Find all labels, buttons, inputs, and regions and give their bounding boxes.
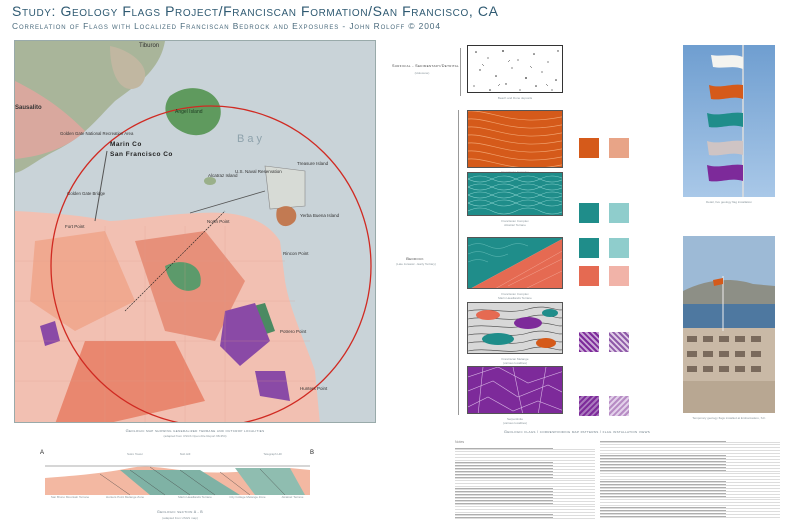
section-label: Telegraph Hill <box>263 452 282 456</box>
section-end-a: A <box>40 450 45 456</box>
pattern-orange-waves <box>467 110 563 168</box>
map-caption-credit: (adapted from USGS Open-File Report 98-3… <box>163 434 227 438</box>
photo-flags-detail <box>683 45 775 197</box>
map-label: U.S. Naval Reservation <box>235 169 282 174</box>
map-label: Rincon Point <box>283 251 309 256</box>
section-label: Alcatraz Terrane <box>281 495 304 499</box>
bedrock-sub: (Late Jurassic - Early Tertiary) <box>396 262 436 266</box>
swatch-teal-light <box>609 203 629 223</box>
swatch-purple <box>579 396 599 416</box>
pattern-caption-sub: (various localities) <box>502 361 527 365</box>
map-label: Tiburon <box>139 43 160 49</box>
pattern-melange <box>467 302 563 354</box>
map-caption: Geologic map showing generalized terrane… <box>125 428 265 433</box>
map-label: San Francisco Co <box>110 151 173 158</box>
notes-text-block-2 <box>600 440 780 520</box>
surficial-caption: Beach and Dune deposits <box>497 96 533 100</box>
swatch-melange-purple <box>579 332 599 352</box>
map-label: Golden Gate National Recreation Area <box>60 131 134 136</box>
notes-heading: Notes <box>455 440 465 444</box>
pattern-caption-sub: Marin Headlands Terrane <box>498 296 532 300</box>
map-label: Marin Co <box>110 141 142 148</box>
map-artwork <box>15 41 375 422</box>
map-label: Angel Island <box>175 109 203 115</box>
pattern-teal-salmon <box>467 237 563 289</box>
map-label: Treasure Island <box>297 161 329 166</box>
section-label: City College Melange Zone <box>229 495 266 499</box>
swatch-orange <box>579 138 599 158</box>
swatch-salmon-light <box>609 266 629 286</box>
surficial-pattern <box>467 45 563 93</box>
section-label: San Bruno Mountain Terrane <box>50 495 90 499</box>
bracket-line <box>460 48 461 96</box>
legend-caption: Geologic flags / corresponding map patte… <box>503 430 651 434</box>
map-label: Yerba Buena Island <box>300 213 340 218</box>
photo-flag-installation <box>683 236 775 413</box>
geologic-cross-section: A B Sutro Tower Nob Hill Telegraph Hill … <box>40 450 320 510</box>
page-subtitle: Correlation of Flags with Localized Fran… <box>12 21 441 31</box>
section-end-b: B <box>310 450 315 456</box>
photo-bottom-caption: Temporary geology flags installed at Emb… <box>692 416 766 420</box>
map-label: Golden Gate Bridge <box>67 191 105 196</box>
section-label: Nob Hill <box>179 452 191 456</box>
swatch-melange-light <box>609 332 629 352</box>
swatch-purple-light <box>609 396 629 416</box>
map-label: Hunters Point <box>300 386 328 391</box>
map-label: Alcatraz Island <box>208 173 238 178</box>
pattern-caption-sub: (various localities) <box>502 421 527 425</box>
swatch-teal <box>579 238 599 258</box>
photo-top-caption: Detail, five geology flag installation <box>705 200 753 204</box>
section-caption-credit: (adapted from USGS map) <box>162 516 198 520</box>
map-label: Bay <box>237 133 265 145</box>
map-label: Sausalito <box>15 105 42 111</box>
map-label: Fort Point <box>65 224 85 229</box>
pattern-caption-sub: Alcatraz Terrane <box>504 223 526 227</box>
swatch-teal-light <box>609 238 629 258</box>
notes-text-block-1 <box>455 447 595 519</box>
map-label: Potrero Point <box>280 329 307 334</box>
section-label: Marin Headlands Terrane <box>178 495 212 499</box>
surficial-sub: (Holocene) <box>414 71 430 75</box>
section-label: Hunters Point Melange Zone <box>105 495 145 499</box>
pattern-teal-net <box>467 172 563 216</box>
section-caption: Geologic section A - B <box>157 510 203 514</box>
geologic-map: Sausalito Tiburon Marin Co San Francisco… <box>14 40 376 423</box>
swatch-salmon <box>579 266 599 286</box>
swatch-orange-light <box>609 138 629 158</box>
map-label: North Point <box>207 219 230 224</box>
bedrock-label: Bedrock <box>406 256 424 261</box>
section-label: Sutro Tower <box>127 452 143 456</box>
pattern-serpentinite <box>467 366 563 414</box>
bracket-line <box>458 110 459 415</box>
page-title: Study: Geology Flags Project/Franciscan … <box>12 3 499 19</box>
swatch-teal <box>579 203 599 223</box>
surficial-label: Surficial - Sedimentary/Detrital <box>392 64 460 68</box>
